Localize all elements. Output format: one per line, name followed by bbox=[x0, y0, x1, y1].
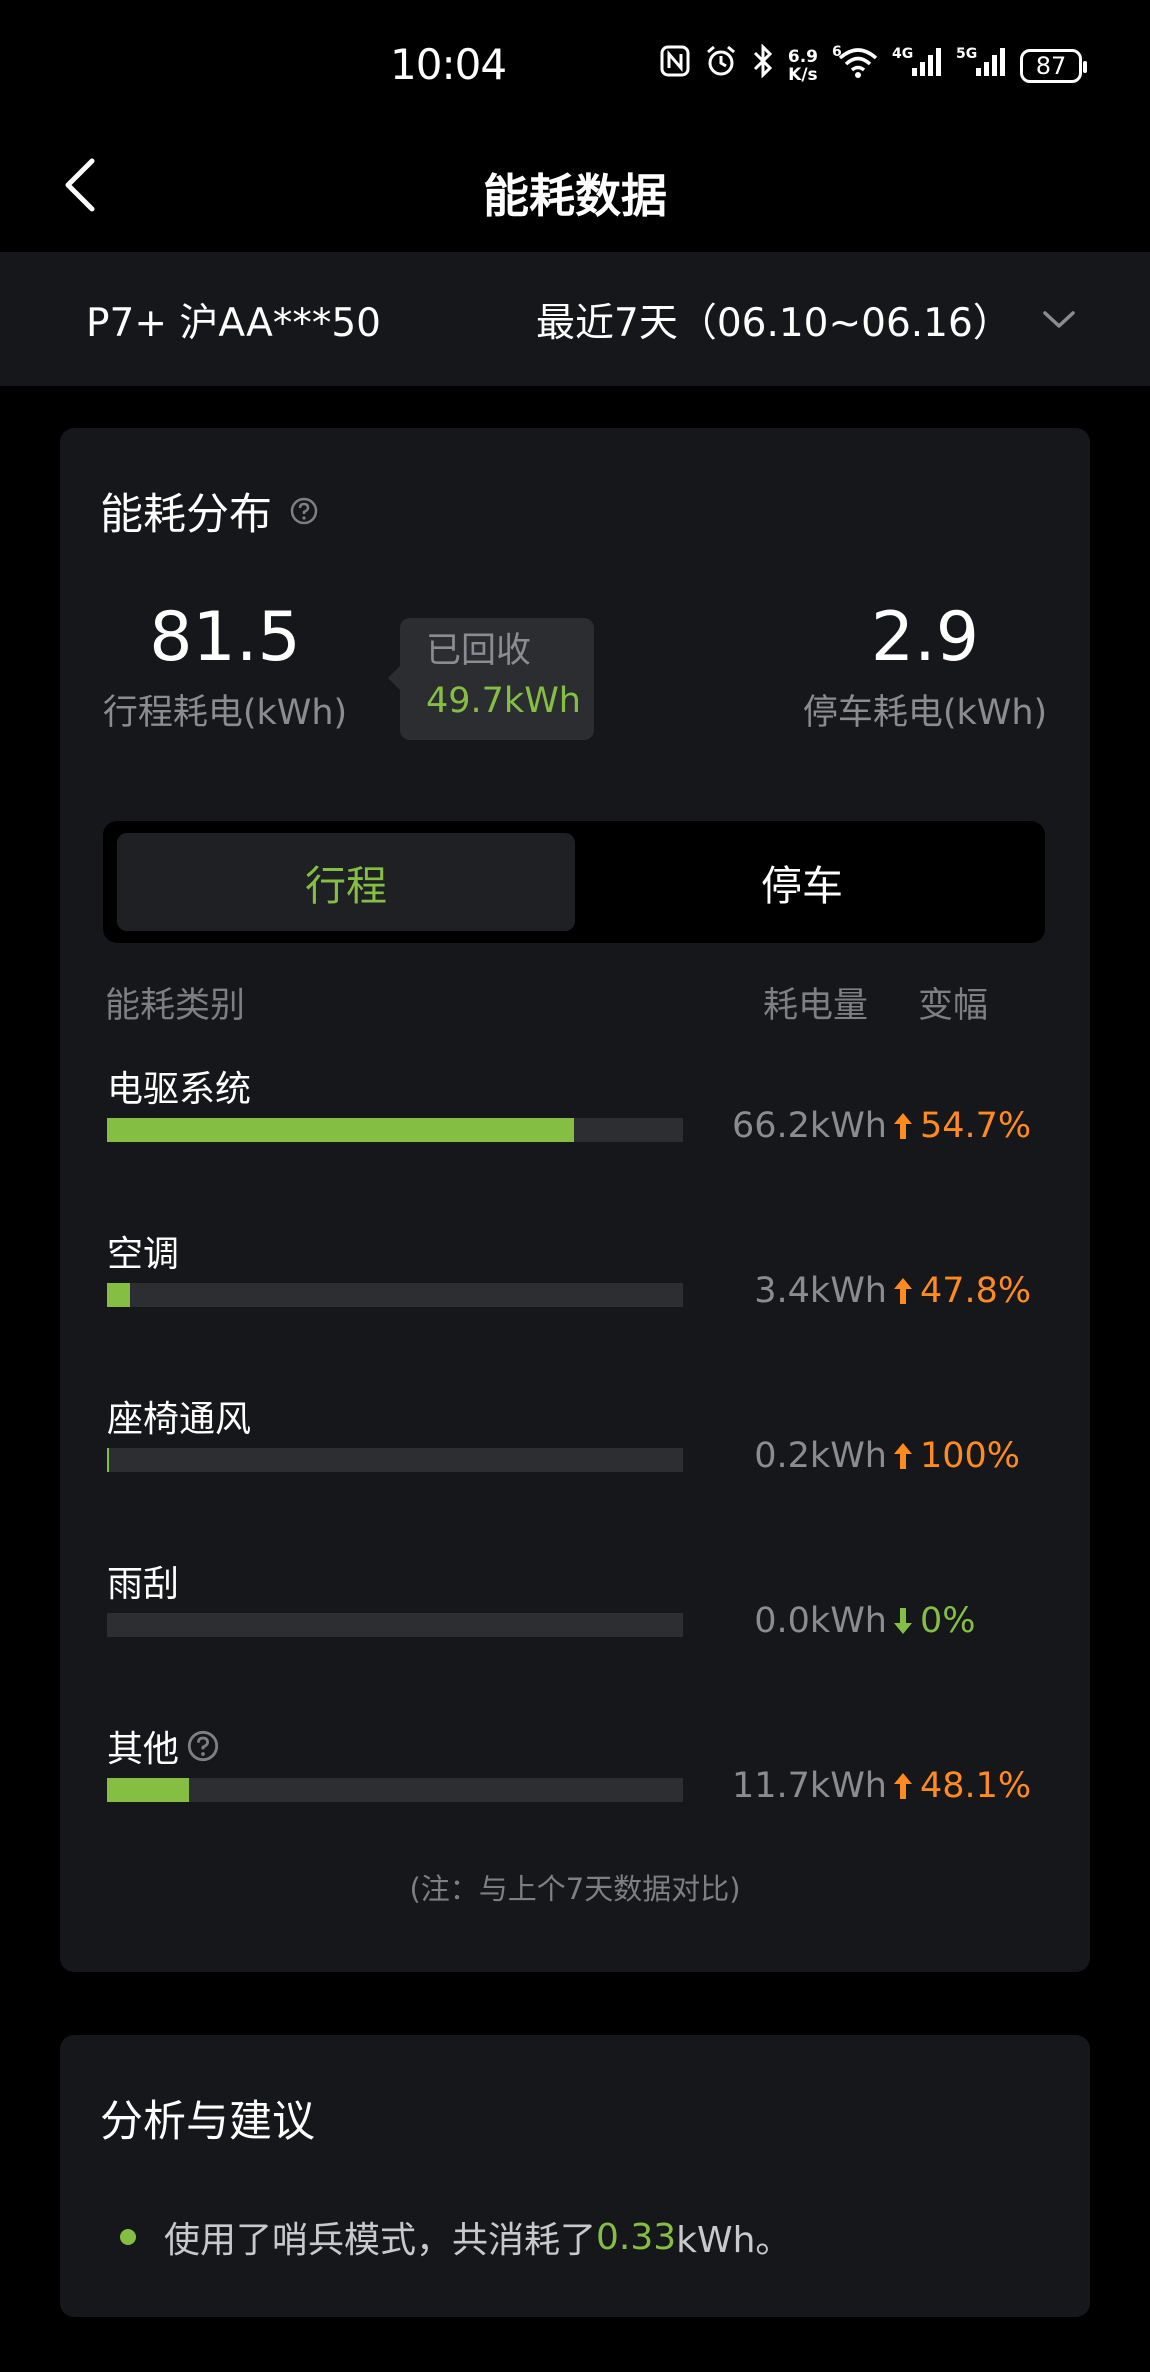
trip-consumption-label: 行程耗电(kWh) bbox=[102, 693, 348, 733]
analysis-text-prefix: 使用了哨兵模式，共消耗了 bbox=[164, 2220, 597, 2261]
analysis-text-value: 0.33 bbox=[596, 2216, 677, 2258]
date-range-label: 最近7天（06.10~06.16） bbox=[536, 301, 1012, 346]
change-indicator: 0% bbox=[892, 1601, 976, 1641]
category-row: 其他 11.7kWh 48.1% bbox=[60, 1720, 1090, 1830]
column-header-change: 变幅 bbox=[918, 986, 989, 1026]
change-value: 100% bbox=[920, 1436, 1021, 1476]
analysis-item: 使用了哨兵模式，共消耗了 0.33 kWh。 bbox=[120, 2211, 791, 2263]
category-label: 雨刮 bbox=[107, 1555, 179, 1607]
category-name: 其他 bbox=[107, 1729, 180, 1770]
help-icon[interactable] bbox=[290, 497, 318, 525]
category-name: 空调 bbox=[107, 1234, 180, 1275]
tab-switch: 行程 停车 bbox=[103, 821, 1045, 943]
recycled-title: 已回收 bbox=[426, 631, 532, 671]
change-value: 0% bbox=[920, 1601, 976, 1641]
consumption-bar-fill bbox=[107, 1283, 131, 1307]
signal-5g-icon: 5G bbox=[956, 44, 1006, 87]
category-name: 电驱系统 bbox=[107, 1069, 252, 1110]
distribution-title: 能耗分布 bbox=[100, 490, 272, 540]
consumption-amount: 11.7kWh bbox=[732, 1766, 887, 1806]
change-indicator: 54.7% bbox=[892, 1106, 1031, 1146]
consumption-amount: 3.4kWh bbox=[754, 1271, 887, 1311]
change-value: 47.8% bbox=[920, 1271, 1032, 1311]
network-speed: 6.9 K/s bbox=[787, 46, 818, 85]
date-range-selector[interactable]: 最近7天（06.10~06.16） bbox=[536, 292, 1076, 348]
consumption-bar-track bbox=[107, 1283, 683, 1307]
wifi-icon: 6 bbox=[832, 44, 878, 87]
change-indicator: 100% bbox=[892, 1436, 1020, 1476]
trip-consumption-stat: 81.5 行程耗电(kWh) bbox=[100, 598, 350, 735]
recycled-value: 49.7kWh bbox=[426, 681, 581, 721]
bullet-dot bbox=[120, 2229, 136, 2245]
analysis-text-suffix: kWh。 bbox=[676, 2220, 792, 2261]
vehicle-selector[interactable]: P7+ 沪AA***50 bbox=[86, 292, 381, 348]
category-row: 电驱系统 66.2kWh 54.7% bbox=[60, 1060, 1090, 1170]
page-title: 能耗数据 bbox=[483, 169, 667, 223]
comparison-note: (注：与上个7天数据对比) bbox=[409, 1872, 741, 1906]
analysis-card: 分析与建议 使用了哨兵模式，共消耗了 0.33 kWh。 bbox=[60, 2035, 1090, 2317]
category-row: 雨刮 0.0kWh 0% bbox=[60, 1555, 1090, 1665]
card-title: 能耗分布 bbox=[100, 480, 318, 542]
consumption-amount: 0.0kWh bbox=[754, 1601, 887, 1641]
parking-consumption-label: 停车耗电(kWh) bbox=[802, 693, 1048, 733]
consumption-bar-track bbox=[107, 1613, 683, 1637]
consumption-bar-track bbox=[107, 1118, 683, 1142]
help-icon[interactable] bbox=[187, 1730, 219, 1762]
arrow-down-icon bbox=[894, 1608, 912, 1634]
change-value: 48.1% bbox=[920, 1766, 1032, 1806]
analysis-title: 分析与建议 bbox=[100, 2097, 315, 2147]
change-indicator: 47.8% bbox=[892, 1271, 1031, 1311]
consumption-bar-track bbox=[107, 1448, 683, 1472]
battery-level: 87 bbox=[1035, 51, 1067, 80]
parking-consumption-value: 2.9 bbox=[870, 598, 980, 677]
recycled-tooltip: 已回收 49.7kWh bbox=[388, 618, 594, 740]
parking-consumption-stat: 2.9 停车耗电(kWh) bbox=[790, 598, 1060, 735]
column-header-amount: 耗电量 bbox=[763, 986, 869, 1026]
consumption-amount: 66.2kWh bbox=[732, 1106, 887, 1146]
svg-text:5G: 5G bbox=[956, 46, 977, 62]
consumption-bar-fill bbox=[107, 1118, 574, 1142]
category-label: 其他 bbox=[107, 1720, 219, 1772]
arrow-up-icon bbox=[894, 1443, 912, 1469]
consumption-bar-fill bbox=[107, 1448, 109, 1472]
arrow-up-icon bbox=[894, 1773, 912, 1799]
chevron-down-icon bbox=[1043, 311, 1075, 328]
tab-parking[interactable]: 停车 bbox=[573, 833, 1031, 931]
energy-distribution-card: 能耗分布 81.5 行程耗电(kWh) 已回收 49.7kWh 2.9 停车耗电… bbox=[60, 428, 1090, 1972]
svg-text:4G: 4G bbox=[892, 46, 913, 62]
category-name: 座椅通风 bbox=[107, 1399, 252, 1440]
battery-icon: 87 bbox=[1020, 48, 1087, 83]
column-header-category: 能耗类别 bbox=[105, 986, 246, 1026]
status-bar: 10:04 6.9 K/s 6 4G 5G 87 bbox=[0, 0, 1150, 130]
consumption-amount: 0.2kWh bbox=[754, 1436, 887, 1476]
tab-trip[interactable]: 行程 bbox=[117, 833, 575, 931]
consumption-bar-track bbox=[107, 1778, 683, 1802]
arrow-up-icon bbox=[894, 1113, 912, 1139]
signal-4g-icon: 4G bbox=[892, 44, 942, 87]
alarm-icon bbox=[704, 44, 738, 87]
category-label: 空调 bbox=[107, 1225, 179, 1277]
trip-consumption-value: 81.5 bbox=[149, 598, 301, 677]
category-label: 座椅通风 bbox=[107, 1390, 251, 1442]
category-label: 电驱系统 bbox=[107, 1060, 251, 1112]
change-indicator: 48.1% bbox=[892, 1766, 1031, 1806]
status-time: 10:04 bbox=[390, 40, 507, 89]
category-name: 雨刮 bbox=[107, 1564, 180, 1605]
category-row: 座椅通风 0.2kWh 100% bbox=[60, 1390, 1090, 1500]
nfc-icon bbox=[660, 45, 690, 86]
change-value: 54.7% bbox=[920, 1106, 1032, 1146]
header: 能耗数据 bbox=[0, 130, 1150, 250]
consumption-bar-fill bbox=[107, 1778, 190, 1802]
bluetooth-icon bbox=[752, 43, 774, 87]
status-icons: 6.9 K/s 6 4G 5G 87 bbox=[660, 43, 1087, 87]
category-row: 空调 3.4kWh 47.8% bbox=[60, 1225, 1090, 1335]
arrow-up-icon bbox=[894, 1278, 912, 1304]
selector-bar: P7+ 沪AA***50 最近7天（06.10~06.16） bbox=[0, 252, 1150, 386]
